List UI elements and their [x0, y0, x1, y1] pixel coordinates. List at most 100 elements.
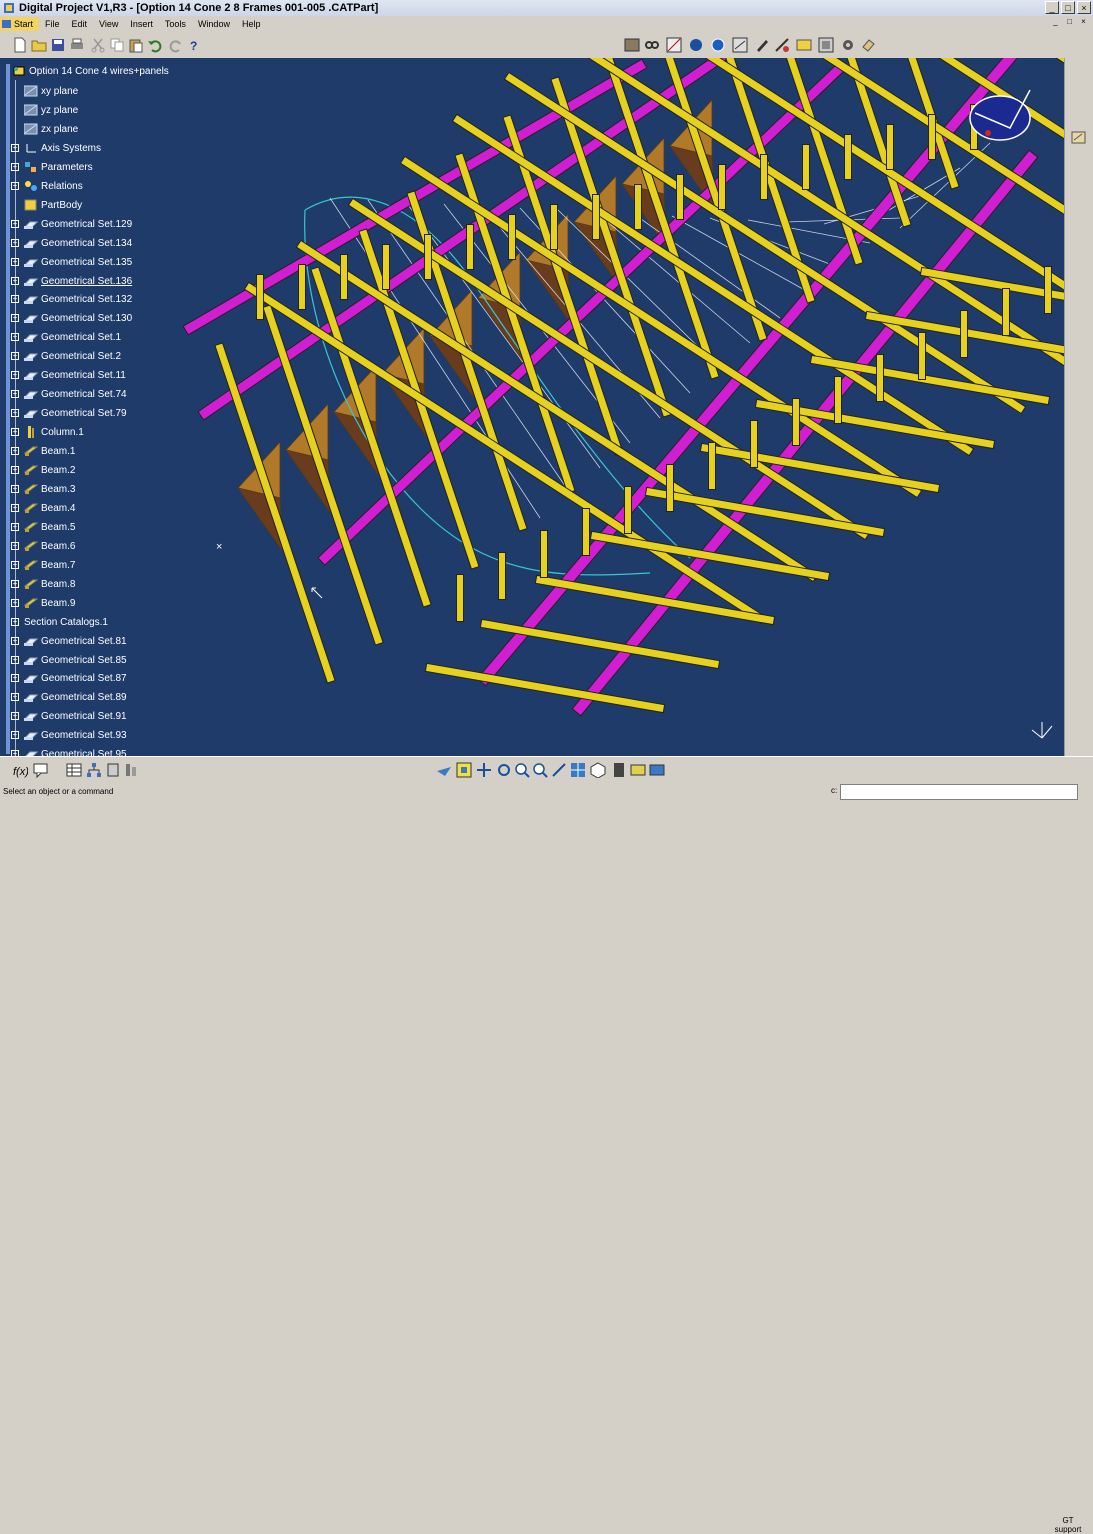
menu-tools[interactable]: Tools [159, 19, 192, 29]
redo-icon[interactable] [168, 37, 184, 53]
table-icon[interactable] [66, 762, 82, 778]
expand-icon[interactable]: + [11, 352, 19, 360]
expand-icon[interactable]: + [11, 239, 19, 247]
tree-item[interactable]: + Geometrical Set.136 [11, 273, 132, 289]
doc-close-button[interactable]: × [1078, 17, 1089, 28]
tree-item[interactable]: + Geometrical Set.85 [11, 652, 127, 668]
workbench-switch-icon[interactable] [1071, 130, 1087, 146]
shading-icon[interactable] [611, 762, 627, 778]
expand-icon[interactable]: + [11, 731, 19, 739]
expand-icon[interactable]: + [11, 542, 19, 550]
expand-icon[interactable]: + [11, 656, 19, 664]
expand-icon[interactable]: + [11, 220, 19, 228]
print-icon[interactable] [69, 37, 85, 53]
3d-viewport[interactable]: × Option 14 Cone 4 wires+panels xy plane… [0, 58, 1064, 756]
comment-icon[interactable] [33, 762, 49, 778]
expand-icon[interactable]: + [11, 674, 19, 682]
tree-item[interactable]: + Axis Systems [11, 140, 101, 156]
fly-mode-icon[interactable] [436, 762, 452, 778]
hierarchy-icon[interactable] [86, 762, 102, 778]
tree-item[interactable]: + Beam.9 [11, 595, 75, 611]
gear-icon[interactable] [840, 37, 856, 53]
whats-this-icon[interactable]: ? [187, 37, 203, 53]
tree-item[interactable]: + Beam.2 [11, 462, 75, 478]
expand-icon[interactable]: + [11, 599, 19, 607]
options-icon[interactable] [124, 762, 140, 778]
expand-icon[interactable]: + [11, 390, 19, 398]
maximize-button[interactable]: □ [1061, 1, 1075, 14]
pen-icon[interactable] [754, 37, 770, 53]
tree-item[interactable]: + Geometrical Set.79 [11, 405, 127, 421]
copy-icon[interactable] [109, 37, 125, 53]
tree-item[interactable]: + Section Catalogs.1 [11, 614, 108, 630]
tree-root[interactable]: Option 14 Cone 4 wires+panels [12, 65, 169, 77]
expand-icon[interactable]: + [11, 712, 19, 720]
undo-icon[interactable] [147, 37, 163, 53]
doc-restore-button[interactable]: □ [1064, 17, 1075, 28]
multi-view-icon[interactable] [570, 762, 586, 778]
tree-item[interactable]: xy plane [11, 83, 78, 99]
tree-item[interactable]: + Column.1 [11, 424, 84, 440]
render-icon[interactable] [818, 37, 834, 53]
expand-icon[interactable]: + [11, 485, 19, 493]
close-button[interactable]: × [1077, 1, 1091, 14]
tree-item[interactable]: + Beam.4 [11, 500, 75, 516]
tree-item[interactable]: + Geometrical Set.81 [11, 633, 127, 649]
hide-show-icon[interactable] [630, 762, 646, 778]
expand-icon[interactable]: + [11, 409, 19, 417]
tree-item[interactable]: zx plane [11, 121, 78, 137]
surface-icon[interactable] [796, 37, 812, 53]
expand-icon[interactable]: + [11, 428, 19, 436]
minimize-button[interactable]: _ [1045, 1, 1059, 14]
normal-view-icon[interactable] [551, 762, 567, 778]
tree-item[interactable]: + Parameters [11, 159, 93, 175]
swap-space-icon[interactable] [649, 762, 665, 778]
expand-icon[interactable]: + [11, 333, 19, 341]
zoom-in-icon[interactable] [514, 762, 530, 778]
save-icon[interactable] [50, 37, 66, 53]
gt-support[interactable]: GT support [1050, 1516, 1086, 1534]
rotate-icon[interactable] [710, 37, 726, 53]
cut-icon[interactable] [90, 37, 106, 53]
tree-item[interactable]: + Geometrical Set.2 [11, 348, 121, 364]
command-input[interactable] [840, 784, 1078, 800]
measure-icon[interactable] [666, 37, 682, 53]
tree-item[interactable]: + Geometrical Set.11 [11, 367, 126, 383]
links-icon[interactable] [644, 37, 660, 53]
workbench-icon[interactable] [624, 37, 640, 53]
tree-item[interactable]: + Geometrical Set.134 [11, 235, 132, 251]
expand-icon[interactable]: + [11, 447, 19, 455]
expand-icon[interactable]: + [11, 637, 19, 645]
fit-all-icon[interactable] [456, 762, 472, 778]
expand-icon[interactable]: + [11, 523, 19, 531]
open-folder-icon[interactable] [31, 37, 47, 53]
tree-item[interactable]: + Geometrical Set.135 [11, 254, 132, 270]
tree-item[interactable]: + Geometrical Set.91 [11, 708, 127, 724]
tree-item[interactable]: + Geometrical Set.89 [11, 689, 127, 705]
tree-item[interactable]: yz plane [11, 102, 78, 118]
menu-view[interactable]: View [93, 19, 124, 29]
tree-item[interactable]: + Geometrical Set.129 [11, 216, 132, 232]
expand-icon[interactable]: + [11, 277, 19, 285]
menu-help[interactable]: Help [236, 19, 267, 29]
rotate-view-icon[interactable] [496, 762, 512, 778]
tree-item[interactable]: + Beam.6 [11, 538, 75, 554]
formula-icon[interactable]: f(x) [12, 762, 28, 778]
sketch-icon[interactable] [732, 37, 748, 53]
expand-icon[interactable]: + [11, 561, 19, 569]
expand-icon[interactable]: + [11, 258, 19, 266]
pan-icon[interactable] [476, 762, 492, 778]
hand-icon[interactable] [860, 37, 876, 53]
tree-item[interactable]: + Beam.7 [11, 557, 75, 573]
tree-item[interactable]: + Beam.5 [11, 519, 75, 535]
expand-icon[interactable]: + [11, 163, 19, 171]
tree-item[interactable]: + Relations [11, 178, 83, 194]
tree-item[interactable]: + Beam.3 [11, 481, 75, 497]
expand-icon[interactable]: + [11, 182, 19, 190]
doc-minimize-button[interactable]: _ [1050, 17, 1061, 28]
tree-item[interactable]: + Geometrical Set.93 [11, 727, 127, 743]
menu-start[interactable]: Start [0, 17, 40, 31]
zoom-out-icon[interactable] [532, 762, 548, 778]
menu-edit[interactable]: Edit [66, 19, 94, 29]
catalog-icon[interactable] [106, 762, 122, 778]
